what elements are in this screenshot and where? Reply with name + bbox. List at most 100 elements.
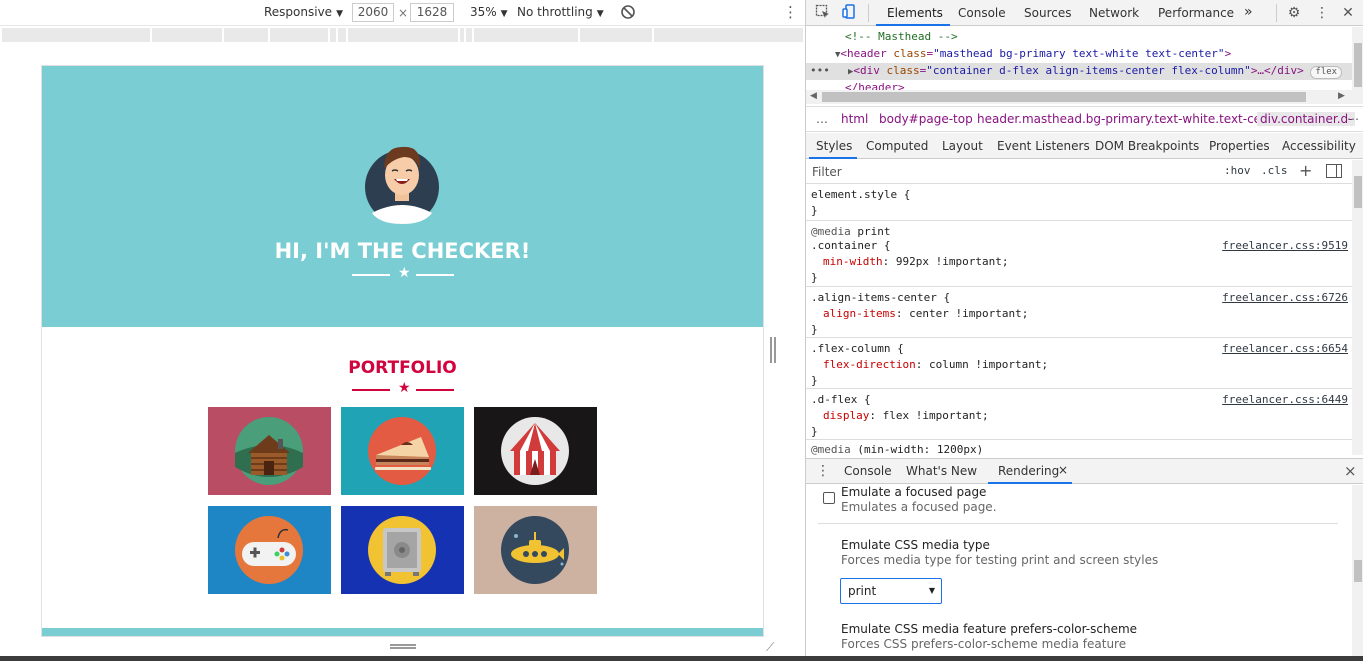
hero-title: HI, I'M THE CHECKER! [274,239,531,263]
active-drawer-tab-indicator [988,482,1072,484]
taskbar-strip [0,656,1363,661]
drawer-menu-icon[interactable]: ⋮ [814,462,832,480]
rotate-icon[interactable] [619,3,637,24]
width-input[interactable]: 2060 [352,3,394,22]
scroll-right-icon[interactable]: ▶ [1338,91,1345,101]
rule-d-flex[interactable]: .d-flex { freelancer.css:6449 display: f… [806,389,1352,440]
rule-align-items-center[interactable]: .align-items-center { freelancer.css:672… [806,287,1352,338]
rendering-vscrollbar[interactable] [1352,485,1363,656]
breadcrumb-overflow[interactable]: … [816,112,828,126]
tab-console[interactable]: Console [958,6,1006,20]
device-toggle-icon[interactable] [840,4,858,22]
tree-node-comment[interactable]: <!-- Masthead --> [845,30,958,43]
breadcrumb-div[interactable]: div.container.d- [1257,112,1356,126]
throttling-dropdown[interactable]: No throttling ▼ [517,5,604,19]
portfolio-item-submarine[interactable] [474,506,597,594]
device-toolbar: Responsive ▼ 2060 × 1628 35% ▼ No throttli… [0,0,805,26]
cake-icon [368,417,436,485]
source-link[interactable]: freelancer.css:9519 [1222,239,1348,252]
gamepad-icon [235,516,303,584]
submarine-icon [501,516,569,584]
styles-vscrollbar[interactable] [1352,160,1363,455]
rule-container[interactable]: @media print .container { freelancer.css… [806,221,1352,287]
hov-toggle[interactable]: :hov [1224,164,1251,177]
breadcrumb-header[interactable]: header.masthead.bg-primary.text-white.te… [977,112,1286,126]
tab-dom-breakpoints[interactable]: DOM Breakpoints [1095,139,1199,153]
tab-computed[interactable]: Computed [866,139,928,153]
styles-filter-bar: :hov .cls + [806,160,1363,184]
media-type-select[interactable]: print ▼ [840,578,942,604]
emulate-focus-desc: Emulates a focused page. [841,500,997,514]
elements-hscrollbar[interactable]: ◀ ▶ [806,90,1352,104]
tab-layout[interactable]: Layout [942,139,983,153]
cabin-icon [235,417,303,485]
cls-toggle[interactable]: .cls [1261,164,1288,177]
filter-input[interactable] [812,163,1212,181]
emulate-media-title: Emulate CSS media type [841,538,990,552]
source-link[interactable]: freelancer.css:6654 [1222,342,1348,355]
drawer-tab-whats-new[interactable]: What's New [906,464,977,478]
portfolio-item-cabin[interactable] [208,407,331,495]
close-icon[interactable]: ✕ [1339,4,1357,22]
drawer-tab-rendering[interactable]: Rendering [998,464,1059,478]
kebab-menu-icon[interactable]: ⋮ [1313,4,1331,22]
drawer-tab-console[interactable]: Console [844,464,892,478]
tree-node-container[interactable]: ▶<div class="container d-flex align-item… [848,64,1343,79]
styles-subtabs: Styles Computed Layout Event Listeners D… [806,133,1363,159]
tab-performance[interactable]: Performance [1158,6,1234,20]
tab-properties[interactable]: Properties [1209,139,1270,153]
height-input[interactable]: 1628 [410,3,454,22]
close-tab-icon[interactable]: × [1058,463,1068,477]
inspect-element-icon[interactable] [814,4,832,22]
rule-flex-column[interactable]: .flex-column { freelancer.css:6654 flex-… [806,338,1352,389]
tab-network[interactable]: Network [1089,6,1139,20]
safe-icon [368,516,436,584]
portfolio-item-circus[interactable] [474,407,597,495]
kebab-menu-icon[interactable]: ⋮ [783,3,798,21]
portfolio-item-cake[interactable] [341,407,464,495]
caret-down-icon: ▼ [596,9,604,19]
more-tabs-icon[interactable]: » [1244,4,1253,20]
close-drawer-icon[interactable]: × [1344,462,1357,480]
browser-window: Responsive ▼ 2060 × 1628 35% ▼ No throttli… [0,0,1363,661]
rule-element-style[interactable]: element.style { } [806,185,1352,221]
media-queries-bar[interactable] [2,28,803,42]
section-divider [818,523,1338,524]
gear-icon[interactable]: ⚙ [1285,4,1303,22]
flex-badge[interactable]: flex [1310,66,1343,79]
elements-vscrollbar[interactable] [1352,27,1363,104]
new-rule-icon[interactable]: + [1299,161,1312,180]
rule-media-min-width[interactable]: @media (min-width: 1200px) [806,440,1352,455]
footer-strip [42,628,763,636]
portfolio-item-safe[interactable] [341,506,464,594]
circus-tent-icon [501,417,569,485]
active-subtab-indicator [809,157,857,159]
tab-styles[interactable]: Styles [816,139,852,153]
breadcrumb-more-icon[interactable]: ⋯ [1347,112,1359,126]
emulate-focus-checkbox[interactable] [823,492,835,504]
breadcrumb-body[interactable]: body#page-top [879,112,973,126]
media-type-value: print [848,584,877,598]
toggle-sidebar-icon[interactable] [1326,164,1342,178]
tab-sources[interactable]: Sources [1024,6,1071,20]
tab-event-listeners[interactable]: Event Listeners [997,139,1090,153]
source-link[interactable]: freelancer.css:6449 [1222,393,1348,406]
row-dots-icon[interactable]: ••• [810,64,830,77]
color-scheme-title: Emulate CSS media feature prefers-color-… [841,622,1138,636]
resize-handle-bottom[interactable] [390,644,416,649]
breadcrumb-html[interactable]: html [841,112,868,126]
emulated-page: HI, I'M THE CHECKER! ★ PORTFOLIO ★ [42,66,763,636]
resize-handle-corner-icon[interactable]: ⟋ [766,640,774,655]
tree-node-header-close[interactable]: </header> [845,81,905,90]
rendering-panel: Emulate a focused page Emulates a focuse… [806,485,1352,656]
scroll-left-icon[interactable]: ◀ [810,91,817,101]
tab-elements[interactable]: Elements [887,6,943,20]
portfolio-item-game[interactable] [208,506,331,594]
emulate-media-desc: Forces media type for testing print and … [841,553,1159,567]
zoom-dropdown[interactable]: 35% ▼ [470,5,508,19]
device-preset-dropdown[interactable]: Responsive ▼ [264,5,343,19]
tab-accessibility[interactable]: Accessibility [1282,139,1356,153]
resize-handle-right[interactable] [770,337,776,363]
source-link[interactable]: freelancer.css:6726 [1222,291,1348,304]
tree-node-header[interactable]: ▼<header class="masthead bg-primary text… [835,47,1231,60]
